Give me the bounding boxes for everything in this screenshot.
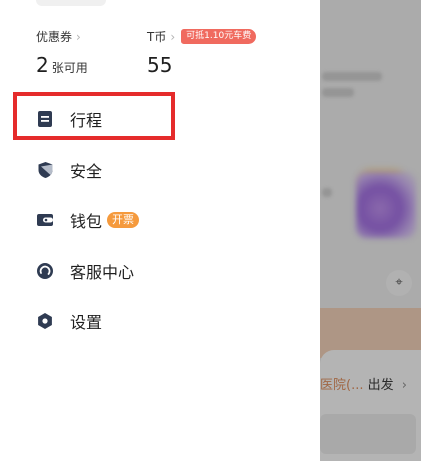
invoice-badge[interactable]: 开票: [107, 212, 140, 228]
wallet-icon: [36, 211, 54, 229]
dim-overlay[interactable]: [320, 0, 421, 461]
menu-item-customer-service[interactable]: 客服中心: [36, 259, 134, 283]
chevron-right-icon: ›: [170, 29, 176, 44]
drawer-top-handle: [36, 0, 106, 6]
shield-icon: [36, 161, 54, 179]
tcoin-balance: 55: [147, 53, 173, 77]
tcoin-discount-badge: 可抵1.10元车费: [181, 29, 257, 44]
coupon-count: 2: [36, 53, 49, 77]
customer-service-icon: [36, 262, 54, 280]
menu-item-label: 钱包: [70, 212, 103, 231]
settings-gear-icon: [36, 312, 54, 330]
menu-item-label: 设置: [70, 313, 103, 332]
menu-item-label: 安全: [70, 162, 103, 181]
menu-item-label: 客服中心: [70, 263, 135, 282]
menu-item-settings[interactable]: 设置: [36, 309, 102, 333]
coupon-unit: 张可用: [51, 61, 88, 75]
side-drawer: 优惠券 › 2 张可用 T币 › 可抵1.10元车费 55 行程 安全 钱包 开…: [0, 0, 320, 461]
tcoin-stat[interactable]: T币 › 可抵1.10元车费 55: [147, 28, 257, 77]
trips-highlight-frame: [13, 92, 175, 140]
chevron-right-icon: ›: [76, 29, 81, 44]
coupon-label: 优惠券: [36, 30, 73, 44]
menu-item-safety[interactable]: 安全: [36, 158, 102, 182]
coupon-stat[interactable]: 优惠券 › 2 张可用: [36, 28, 88, 78]
menu-item-wallet[interactable]: 钱包 开票: [36, 208, 140, 232]
tcoin-label: T币: [147, 30, 167, 44]
